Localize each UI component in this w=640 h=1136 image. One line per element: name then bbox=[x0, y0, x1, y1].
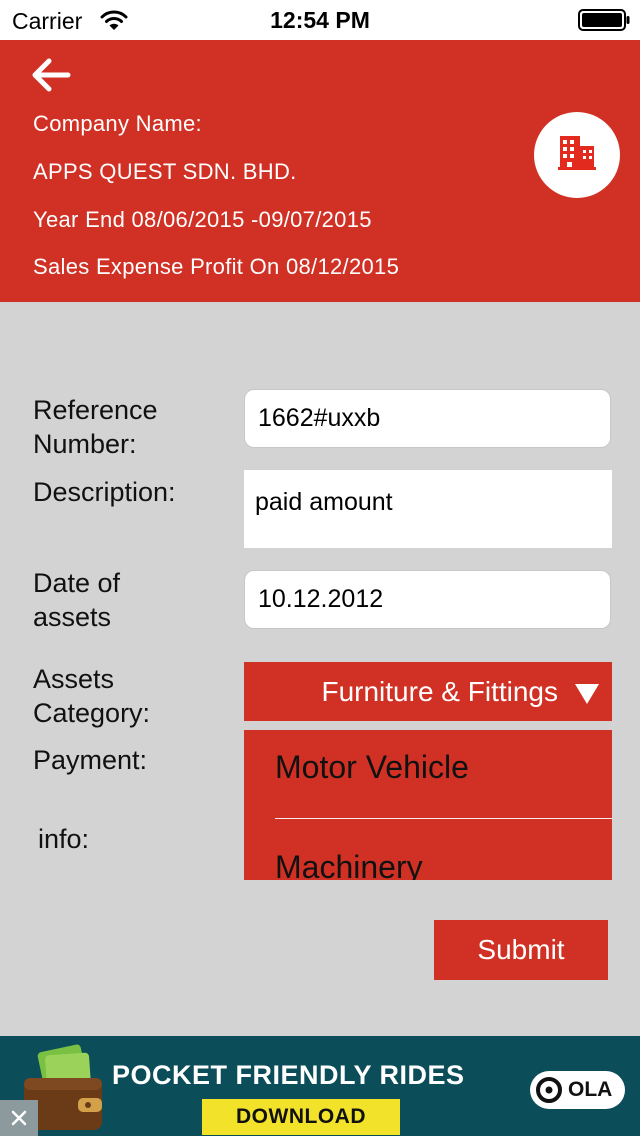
option-machinery[interactable]: Machinery bbox=[275, 849, 423, 880]
chevron-down-icon bbox=[575, 684, 599, 704]
reference-number-label: Reference Number: bbox=[33, 395, 158, 459]
report-title: Sales Expense Profit On 08/12/2015 bbox=[33, 254, 400, 279]
company-header: Company Name: APPS QUEST SDN. BHD. Year … bbox=[0, 40, 640, 302]
info-label: info: bbox=[38, 824, 90, 854]
company-name: APPS QUEST SDN. BHD. bbox=[33, 159, 297, 184]
close-icon bbox=[11, 1110, 27, 1126]
ola-logo: OLA bbox=[530, 1071, 625, 1109]
option-divider bbox=[275, 818, 612, 819]
battery-icon bbox=[578, 9, 630, 31]
clock: 12:54 PM bbox=[270, 7, 370, 33]
assets-category-options: Motor Vehicle Machinery bbox=[244, 730, 612, 880]
year-end-range: Year End 08/06/2015 -09/07/2015 bbox=[33, 207, 372, 232]
building-icon bbox=[558, 136, 596, 170]
company-name-label: Company Name: bbox=[33, 111, 202, 136]
assets-category-selected: Furniture & Fittings bbox=[321, 676, 558, 707]
ad-headline: POCKET FRIENDLY RIDES bbox=[112, 1060, 465, 1090]
reference-number-input[interactable] bbox=[244, 389, 611, 448]
assets-category-dropdown[interactable]: Furniture & Fittings bbox=[244, 662, 612, 721]
ad-download-button[interactable]: DOWNLOAD bbox=[202, 1099, 400, 1135]
ad-close-button[interactable] bbox=[0, 1100, 38, 1136]
ola-mark-icon bbox=[536, 1077, 562, 1103]
status-bar: Carrier 12:54 PM bbox=[0, 0, 640, 40]
option-motor-vehicle[interactable]: Motor Vehicle bbox=[275, 749, 469, 786]
date-of-assets-input[interactable] bbox=[244, 570, 611, 629]
submit-button[interactable]: Submit bbox=[434, 920, 608, 980]
back-arrow-icon[interactable] bbox=[30, 56, 72, 94]
company-badge bbox=[534, 112, 620, 198]
description-label: Description: bbox=[33, 477, 176, 507]
date-of-assets-label: Date of assets bbox=[33, 568, 121, 632]
description-input[interactable]: paid amount bbox=[244, 470, 612, 548]
assets-category-label: Assets Category: bbox=[33, 664, 151, 728]
ola-brand: OLA bbox=[568, 1078, 613, 1101]
payment-label: Payment: bbox=[33, 745, 148, 775]
ad-banner[interactable]: POCKET FRIENDLY RIDES DOWNLOAD OLA bbox=[0, 1036, 640, 1136]
